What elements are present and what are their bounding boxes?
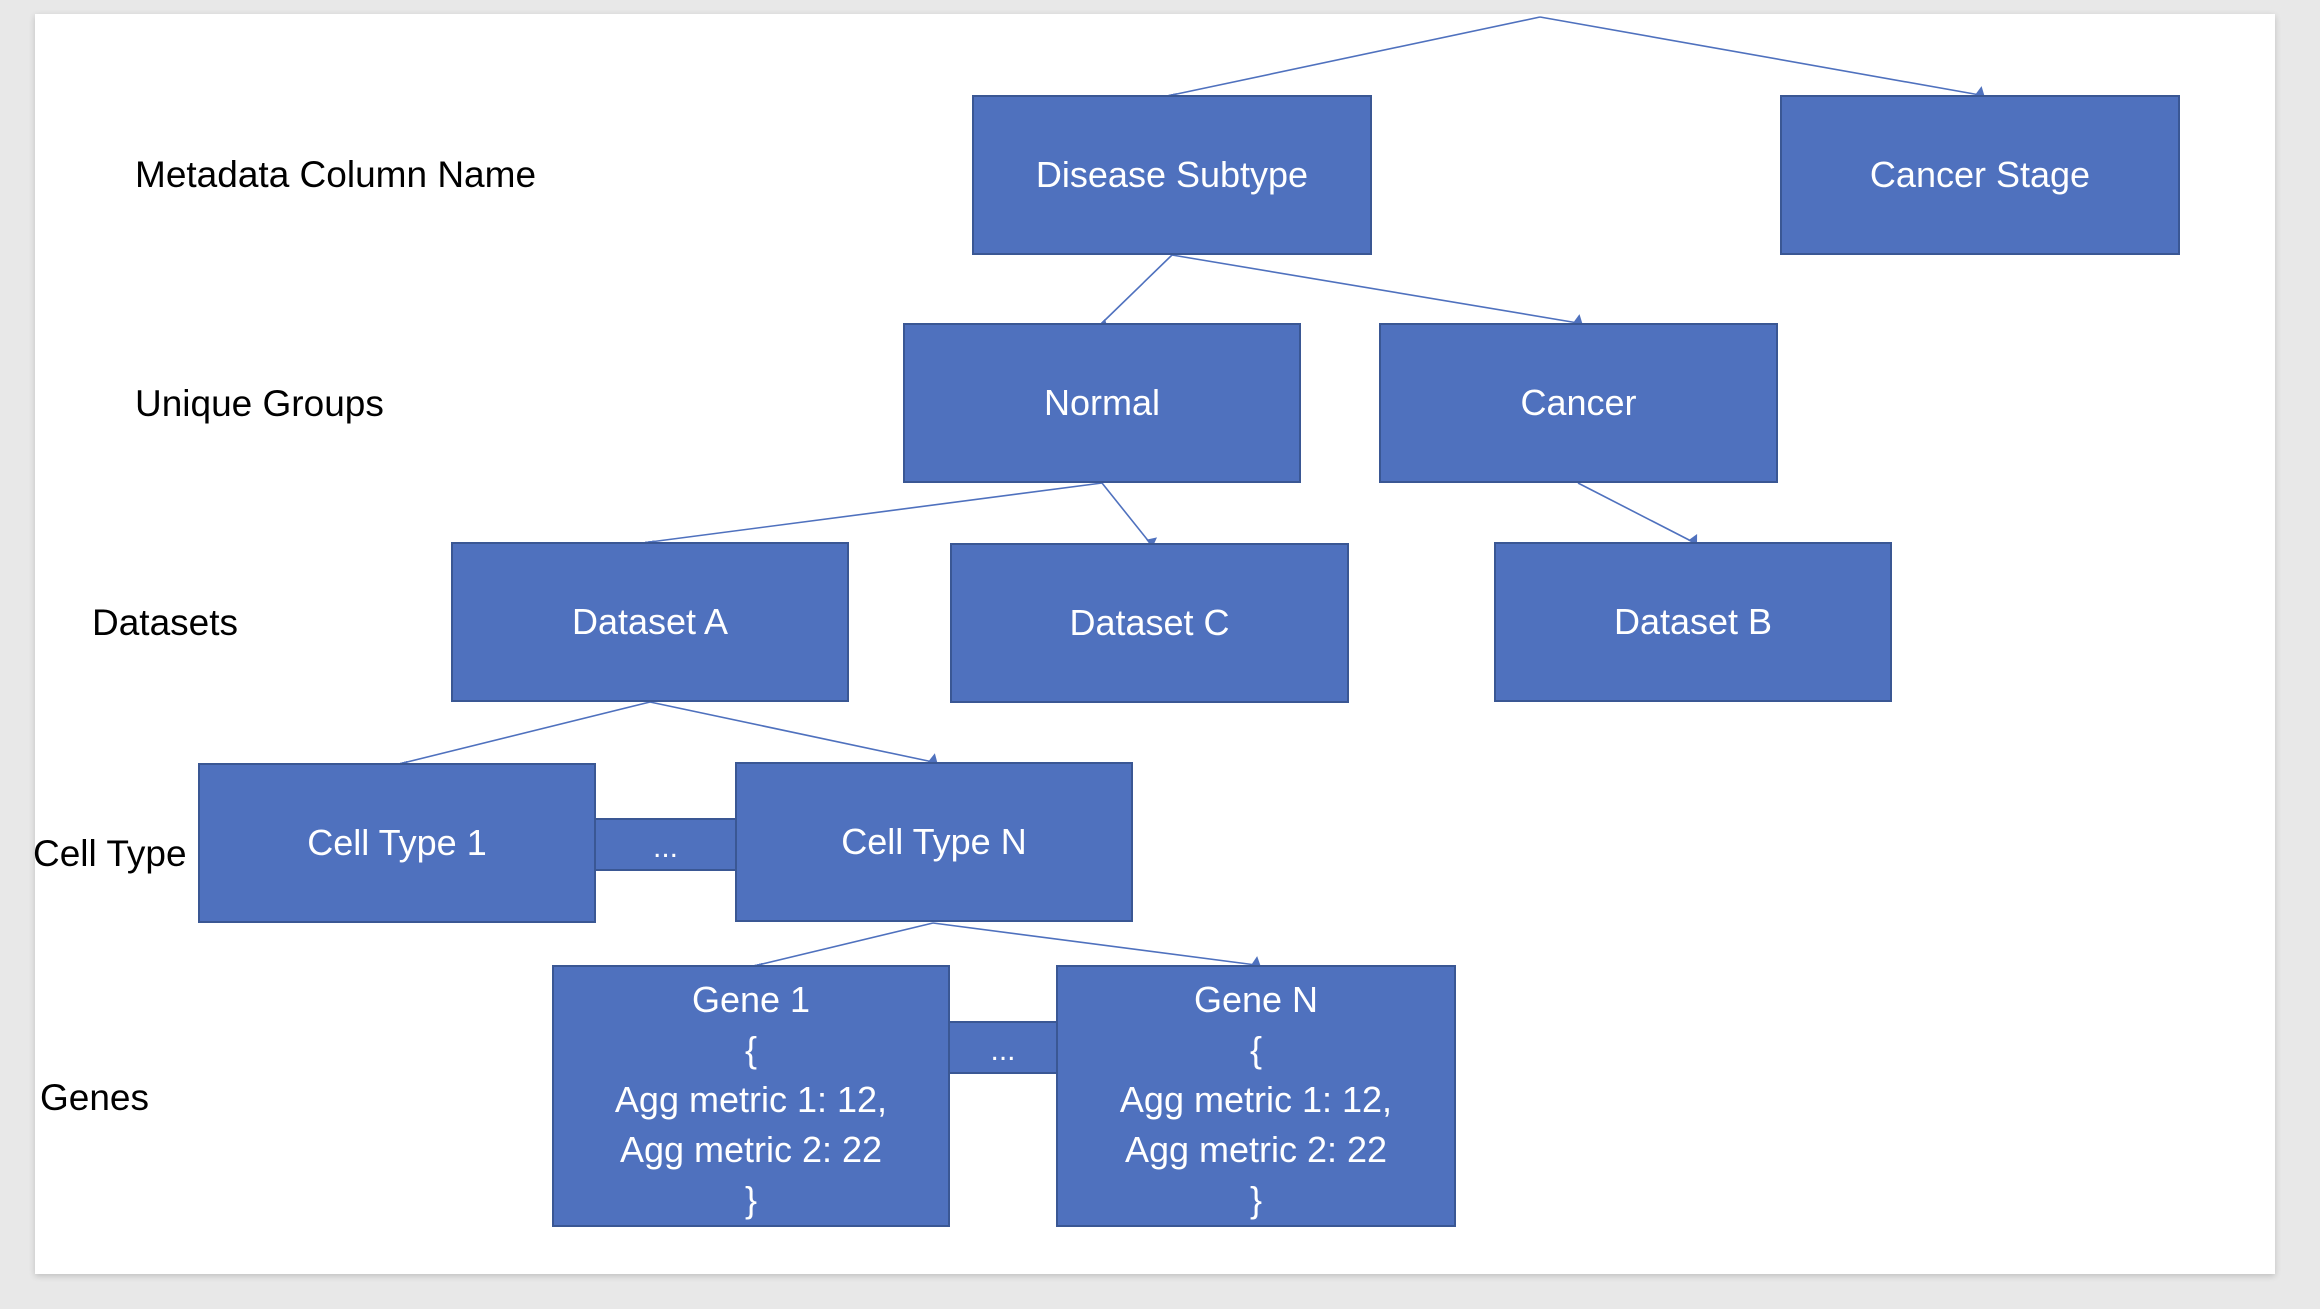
edge-root-disease-subtype xyxy=(1166,16,1541,104)
brace-close: } xyxy=(744,1179,758,1220)
node-cancer[interactable]: Cancer xyxy=(1379,323,1778,483)
brace-open: { xyxy=(744,1029,758,1070)
node-label: Cancer xyxy=(1520,382,1637,423)
agg-metric-2: Agg metric 2: 22 xyxy=(1124,1129,1388,1170)
node-cell-type-n[interactable]: Cell Type N xyxy=(735,762,1133,922)
node-label: Dataset B xyxy=(1613,601,1773,642)
edge-normal-dataset-a xyxy=(644,482,1103,551)
brace-close: } xyxy=(1249,1179,1263,1220)
ellipsis-label: ... xyxy=(652,831,678,864)
gene-ellipsis-connector: ... xyxy=(948,1021,1058,1074)
row-label-genes: Genes xyxy=(40,1077,150,1118)
node-dataset-b[interactable]: Dataset B xyxy=(1494,542,1892,702)
edge-normal-dataset-c xyxy=(1101,482,1158,548)
agg-metric-2: Agg metric 2: 22 xyxy=(619,1129,883,1170)
row-label-groups: Unique Groups xyxy=(135,383,384,424)
node-normal[interactable]: Normal xyxy=(903,323,1301,483)
row-label-datasets: Datasets xyxy=(92,602,239,643)
node-label: Dataset A xyxy=(571,601,729,642)
node-dataset-c[interactable]: Dataset C xyxy=(950,543,1349,703)
node-label: Cell Type 1 xyxy=(307,822,487,863)
node-cancer-stage[interactable]: Cancer Stage xyxy=(1780,95,2180,255)
node-disease-subtype[interactable]: Disease Subtype xyxy=(972,95,1372,255)
node-cell-type-1[interactable]: Cell Type 1 xyxy=(198,763,596,923)
gene-name: Gene 1 xyxy=(691,979,811,1020)
node-gene-n[interactable]: Gene N { Agg metric 1: 12, Agg metric 2:… xyxy=(1056,965,1456,1227)
node-gene-1[interactable]: Gene 1 { Agg metric 1: 12, Agg metric 2:… xyxy=(552,965,950,1227)
node-label: Cell Type N xyxy=(841,821,1027,862)
node-dataset-a[interactable]: Dataset A xyxy=(451,542,849,702)
node-label: Disease Subtype xyxy=(1035,154,1309,195)
edge-disease-cancer xyxy=(1171,254,1583,325)
cell-type-ellipsis-connector: ... xyxy=(594,818,737,871)
node-label: Normal xyxy=(1043,382,1160,423)
row-label-metadata: Metadata Column Name xyxy=(135,154,537,195)
edge-cell-type-n-gene-n xyxy=(932,922,1261,967)
edge-disease-normal xyxy=(1097,254,1173,330)
row-label-cell-type: Cell Type xyxy=(33,833,187,874)
node-label: Dataset C xyxy=(1069,602,1230,643)
agg-metric-1: Agg metric 1: 12, xyxy=(1119,1079,1393,1120)
edge-dataset-a-cell-type-1 xyxy=(397,701,651,772)
brace-open: { xyxy=(1249,1029,1263,1070)
agg-metric-1: Agg metric 1: 12, xyxy=(614,1079,888,1120)
node-label: Cancer Stage xyxy=(1869,154,2091,195)
edge-dataset-a-cell-type-n xyxy=(649,701,938,765)
ellipsis-label: ... xyxy=(990,1034,1016,1067)
edge-root-cancer-stage xyxy=(1539,16,1985,97)
edge-cell-type-n-gene-1 xyxy=(752,922,934,974)
gene-name: Gene N xyxy=(1193,979,1319,1020)
edge-cancer-dataset-b xyxy=(1577,482,1698,546)
